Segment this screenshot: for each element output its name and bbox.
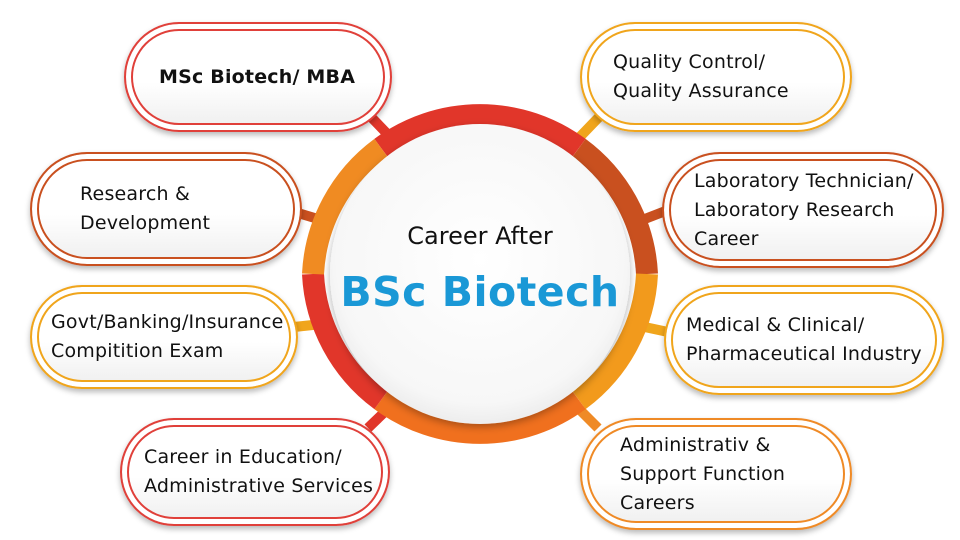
career-pill-education: Career in Education/ Administrative Serv…: [120, 418, 390, 526]
career-pill-laboratory: Laboratory Technician/ Laboratory Resear…: [662, 152, 944, 268]
career-label: Govt/Banking/Insurance Compitition Exam: [51, 311, 284, 362]
career-label: Research & Development: [80, 183, 211, 234]
career-label: MSc Biotech/ MBA: [159, 65, 356, 88]
career-pill-research-development: Research & Development: [30, 152, 302, 266]
center-heading: BSc Biotech: [340, 268, 620, 316]
career-label: Medical & Clinical/ Pharmaceutical Indus…: [686, 314, 922, 365]
career-pill-quality-control: Quality Control/ Quality Assurance: [580, 22, 852, 132]
career-pill-msc-biotech: MSc Biotech/ MBA: [124, 22, 392, 132]
career-label: Laboratory Technician/ Laboratory Resear…: [694, 169, 914, 250]
career-label: Quality Control/ Quality Assurance: [613, 51, 789, 102]
career-diagram: Career After BSc Biotech MSc Biotech/ MB…: [0, 0, 960, 540]
center-title: Career After: [407, 222, 553, 250]
career-pill-govt-exam: Govt/Banking/Insurance Compitition Exam: [30, 285, 298, 389]
career-pill-administrativ-support: Administrativ & Support Function Careers: [580, 418, 852, 530]
career-label: Career in Education/ Administrative Serv…: [144, 446, 374, 497]
career-label: Administrativ & Support Function Careers: [620, 433, 786, 514]
career-pill-medical-clinical: Medical & Clinical/ Pharmaceutical Indus…: [664, 285, 944, 395]
